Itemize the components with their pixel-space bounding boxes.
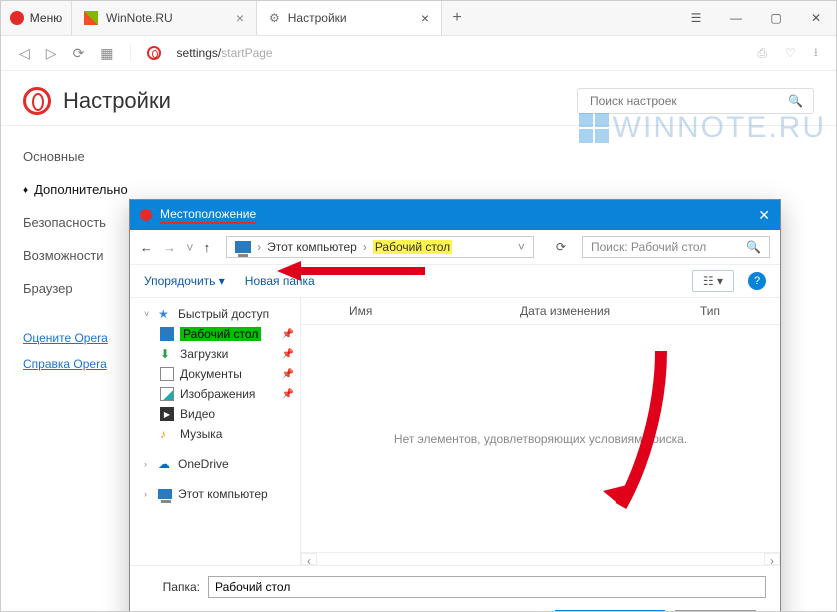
folder-label: Папка:	[144, 580, 200, 594]
pc-icon	[235, 241, 251, 253]
tree-onedrive[interactable]: ›☁OneDrive	[130, 454, 300, 474]
tab-label: Настройки	[288, 11, 347, 25]
search-placeholder: Поиск: Рабочий стол	[591, 240, 706, 254]
close-tab-icon[interactable]: ×	[236, 10, 244, 26]
h-scrollbar[interactable]: ‹›	[301, 552, 780, 565]
help-icon[interactable]: ?	[748, 272, 766, 290]
pin-icon: 📌	[282, 369, 294, 380]
nav-back-icon[interactable]: ←	[140, 240, 153, 255]
search-icon: 🔍	[746, 240, 761, 254]
file-list: Имя Дата изменения Тип Нет элементов, уд…	[301, 298, 780, 565]
settings-search-input[interactable]	[588, 93, 788, 109]
folder-tree: ˅★Быстрый доступ Рабочий стол📌 ⬇Загрузки…	[130, 298, 301, 565]
divider	[130, 44, 131, 62]
dialog-title: Местоположение	[160, 207, 256, 224]
dialog-search[interactable]: Поиск: Рабочий стол 🔍	[582, 236, 770, 258]
tab-settings[interactable]: ⚙ Настройки ×	[257, 1, 442, 35]
minimize-button[interactable]: —	[716, 1, 756, 35]
dialog-nav: ← → ˅ ↑ › Этот компьютер › Рабочий стол …	[130, 230, 780, 265]
settings-search[interactable]: 🔍	[577, 88, 814, 114]
dialog-toolbar: Упорядочить ▾ Новая папка ☷ ▾ ?	[130, 265, 780, 298]
maximize-button[interactable]: ▢	[756, 1, 796, 35]
breadcrumb[interactable]: › Этот компьютер › Рабочий стол ˅	[226, 236, 534, 258]
back-icon[interactable]: ◁	[19, 45, 30, 62]
folder-dialog: Местоположение ✕ ← → ˅ ↑ › Этот компьюте…	[129, 199, 781, 612]
chevron-icon: ›	[363, 240, 367, 254]
download-icon[interactable]: ⭳	[814, 43, 818, 64]
chevron-down-icon[interactable]: ˅	[518, 240, 525, 254]
menu-label: Меню	[30, 11, 62, 25]
address-bar: ◁ ▷ ⟳ ▦ settings/startPage ⎙ ♡ ⭳	[1, 36, 836, 71]
reload-icon[interactable]: ⟳	[73, 45, 85, 62]
new-tab-button[interactable]: +	[442, 1, 472, 35]
refresh-icon[interactable]: ⟳	[550, 240, 572, 254]
pin-icon: 📌	[282, 389, 294, 400]
page-title: Настройки	[63, 88, 171, 114]
tree-desktop[interactable]: Рабочий стол📌	[130, 324, 300, 344]
col-name[interactable]: Имя	[339, 304, 510, 318]
tab-winnote[interactable]: WinNote.RU ×	[72, 1, 257, 35]
chevron-icon: ›	[257, 240, 261, 254]
search-icon: 🔍	[788, 94, 803, 108]
tab-label: WinNote.RU	[106, 11, 173, 25]
view-mode-button[interactable]: ☷ ▾	[692, 270, 734, 292]
nav-up-icon[interactable]: ↑	[204, 240, 211, 255]
organize-menu[interactable]: Упорядочить ▾	[144, 274, 225, 288]
file-header: Имя Дата изменения Тип	[301, 298, 780, 325]
close-window-button[interactable]: ✕	[796, 1, 836, 35]
opera-icon	[140, 209, 152, 221]
tree-downloads[interactable]: ⬇Загрузки📌	[130, 344, 300, 364]
sidebar-item-basic[interactable]: Основные	[23, 140, 163, 173]
titlebar: Меню WinNote.RU × ⚙ Настройки × + ☰ — ▢ …	[1, 1, 836, 36]
tree-images[interactable]: Изображения📌	[130, 384, 300, 404]
bookmark-icon[interactable]: ♡	[785, 46, 796, 60]
screenshot-icon[interactable]: ⎙	[757, 46, 767, 61]
opera-icon	[10, 11, 24, 25]
favicon-icon	[84, 11, 98, 25]
nav-recent-icon[interactable]: ˅	[186, 240, 194, 255]
new-folder-button[interactable]: Новая папка	[245, 274, 315, 288]
tree-this-pc[interactable]: ›Этот компьютер	[130, 484, 300, 504]
tree-music[interactable]: ♪Музыка	[130, 424, 300, 444]
opera-url-icon	[147, 46, 161, 60]
pin-icon: 📌	[282, 329, 294, 340]
pin-icon: 📌	[282, 349, 294, 360]
speeddial-icon[interactable]: ▦	[100, 45, 113, 62]
col-type[interactable]: Тип	[690, 304, 780, 318]
url-text[interactable]: settings/startPage	[177, 46, 273, 60]
forward-icon: ▷	[46, 45, 57, 62]
crumb-pc[interactable]: Этот компьютер	[267, 240, 357, 254]
dialog-close-button[interactable]: ✕	[758, 207, 770, 224]
tree-quick-access[interactable]: ˅★Быстрый доступ	[130, 304, 300, 324]
col-date[interactable]: Дата изменения	[510, 304, 690, 318]
gear-icon: ⚙	[269, 11, 280, 25]
folder-input[interactable]	[208, 576, 766, 598]
tree-documents[interactable]: Документы📌	[130, 364, 300, 384]
opera-logo-icon	[23, 87, 51, 115]
divider	[1, 125, 836, 126]
menu-button[interactable]: Меню	[1, 1, 72, 35]
sidebar-toggle-icon[interactable]: ☰	[676, 1, 716, 35]
file-empty-msg: Нет элементов, удовлетворяющих условиям …	[301, 325, 780, 552]
nav-fwd-icon: →	[163, 240, 176, 255]
tree-video[interactable]: ▶Видео	[130, 404, 300, 424]
close-tab-icon[interactable]: ×	[421, 10, 429, 26]
crumb-desktop[interactable]: Рабочий стол	[373, 240, 452, 254]
dialog-titlebar: Местоположение ✕	[130, 200, 780, 230]
